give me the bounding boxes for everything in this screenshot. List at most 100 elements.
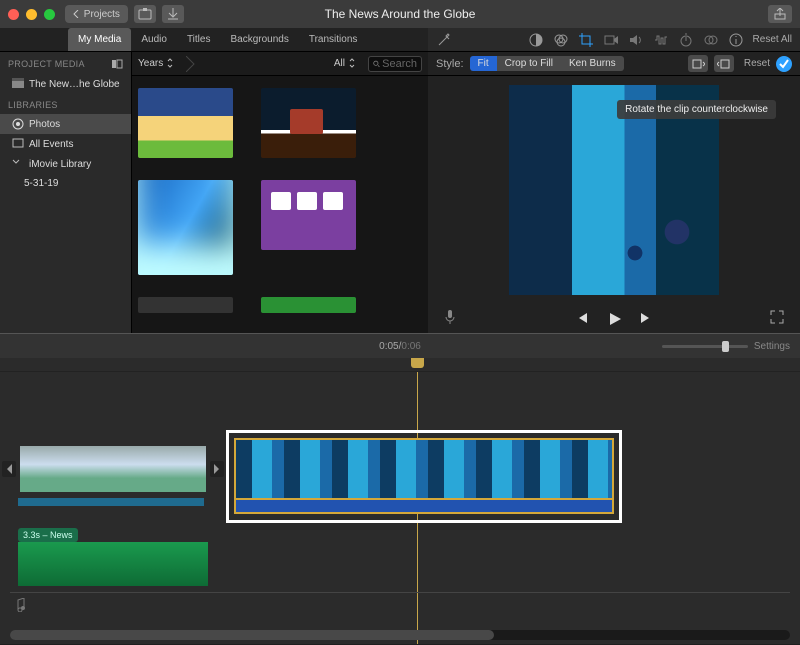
crop-icon[interactable]: [578, 32, 594, 48]
crop-style-segment: Fit Crop to Fill Ken Burns: [470, 56, 624, 71]
breadcrumb-chevron-icon: [186, 56, 196, 72]
tab-titles[interactable]: Titles: [177, 28, 221, 51]
playhead[interactable]: [411, 358, 424, 368]
window-controls: [8, 9, 55, 20]
current-time: 0:05: [379, 341, 398, 352]
timeline-clip-map-audio[interactable]: [18, 498, 204, 506]
download-button[interactable]: [162, 5, 184, 23]
viewer-panel: Reset All Style: Fit Crop to Fill Ken Bu…: [428, 28, 800, 333]
zoom-slider[interactable]: [662, 345, 748, 348]
timeline-clip-map[interactable]: [20, 446, 206, 492]
clapper-icon: [12, 78, 24, 90]
music-well-icon: [14, 598, 26, 615]
zoom-window-button[interactable]: [44, 9, 55, 20]
style-label: Style:: [436, 58, 464, 70]
settings-button[interactable]: Settings: [754, 341, 790, 352]
photos-icon: [12, 118, 24, 130]
color-balance-icon[interactable]: [528, 32, 544, 48]
timeline-scrollbar[interactable]: [10, 630, 790, 640]
sidebar-item-label: Photos: [29, 119, 60, 130]
chevron-down-icon: [12, 158, 24, 170]
style-crop-to-fill-button[interactable]: Crop to Fill: [497, 56, 561, 71]
total-time: 0:06: [401, 341, 420, 352]
import-media-button[interactable]: [134, 5, 156, 23]
media-thumbnail[interactable]: [261, 88, 356, 158]
sidebar-toggle-icon[interactable]: [111, 58, 123, 70]
timeline[interactable]: 3.3s – News: [0, 358, 800, 644]
tab-transitions[interactable]: Transitions: [299, 28, 368, 51]
style-fit-button[interactable]: Fit: [470, 56, 497, 71]
adjustments-toolbar: Reset All: [428, 28, 800, 52]
titlebar: Projects The News Around the Globe: [0, 0, 800, 28]
stabilization-icon[interactable]: [603, 32, 619, 48]
timeline-title-clip[interactable]: 3.3s – News: [18, 528, 78, 542]
browser-filter-bar: Years All Search: [132, 52, 428, 76]
voiceover-button[interactable]: [444, 309, 456, 328]
tab-audio[interactable]: Audio: [131, 28, 177, 51]
rotate-cw-button[interactable]: [688, 55, 708, 72]
media-thumbnail[interactable]: [261, 180, 356, 250]
search-icon: [373, 59, 380, 69]
color-correction-icon[interactable]: [553, 32, 569, 48]
rotate-ccw-button[interactable]: [714, 55, 734, 72]
media-thumbnail[interactable]: [138, 180, 233, 275]
zoom-slider-thumb[interactable]: [722, 341, 729, 352]
track-expand-right-button[interactable]: [210, 461, 224, 477]
close-window-button[interactable]: [8, 9, 19, 20]
media-browser: My Media Audio Titles Backgrounds Transi…: [0, 28, 428, 333]
fullscreen-button[interactable]: [770, 310, 784, 327]
back-to-projects-button[interactable]: Projects: [65, 5, 128, 23]
sort-icon: [348, 58, 360, 70]
clip-filter-icon[interactable]: [703, 32, 719, 48]
next-frame-button[interactable]: [639, 311, 653, 325]
media-thumbnail[interactable]: [138, 88, 233, 158]
minimize-window-button[interactable]: [26, 9, 37, 20]
noise-reduction-icon[interactable]: [653, 32, 669, 48]
reset-crop-button[interactable]: Reset: [744, 58, 770, 69]
volume-icon[interactable]: [628, 32, 644, 48]
upper-panel: My Media Audio Titles Backgrounds Transi…: [0, 28, 800, 334]
sidebar-item-project[interactable]: The New…he Globe: [0, 74, 131, 94]
preview-area: Rotate the clip counterclockwise: [428, 76, 800, 303]
library-sidebar: PROJECT MEDIA The New…he Globe LIBRARIES…: [0, 52, 132, 333]
search-input[interactable]: Search: [368, 56, 422, 72]
share-button[interactable]: [768, 5, 792, 23]
info-icon[interactable]: [728, 32, 744, 48]
sidebar-item-label: iMovie Library: [29, 159, 91, 170]
reset-all-button[interactable]: Reset All: [753, 34, 792, 45]
timeline-audio-clip[interactable]: [18, 542, 208, 586]
enhance-icon[interactable]: [436, 32, 452, 48]
sidebar-item-all-events[interactable]: All Events: [0, 134, 131, 154]
sidebar-item-photos[interactable]: Photos: [0, 114, 131, 134]
style-ken-burns-button[interactable]: Ken Burns: [561, 56, 624, 71]
timeline-clip-waterfall[interactable]: [234, 438, 614, 500]
sidebar-item-imovie-library[interactable]: iMovie Library: [0, 154, 131, 174]
scrollbar-thumb[interactable]: [10, 630, 494, 640]
browser-content: Years All Search: [132, 52, 428, 333]
sort-icon: [166, 58, 178, 70]
libraries-header: LIBRARIES: [0, 94, 131, 114]
search-placeholder: Search: [382, 58, 417, 70]
prev-frame-button[interactable]: [575, 311, 589, 325]
track-divider: [10, 592, 790, 593]
filter-all[interactable]: All: [334, 58, 360, 70]
timeline-ruler[interactable]: [0, 358, 800, 372]
breadcrumb-years[interactable]: Years: [138, 58, 178, 70]
browser-tabs: My Media Audio Titles Backgrounds Transi…: [0, 28, 428, 52]
sidebar-item-event-date[interactable]: 5-31-19: [0, 174, 131, 193]
selected-clip-group[interactable]: [226, 430, 622, 523]
sidebar-item-label: 5-31-19: [24, 178, 58, 189]
media-thumbnail[interactable]: [138, 297, 233, 313]
play-button[interactable]: [607, 311, 621, 325]
crop-style-bar: Style: Fit Crop to Fill Ken Burns Reset: [428, 52, 800, 76]
media-thumbnail[interactable]: [261, 297, 356, 313]
speed-icon[interactable]: [678, 32, 694, 48]
tab-my-media[interactable]: My Media: [68, 28, 131, 51]
tab-backgrounds[interactable]: Backgrounds: [220, 28, 298, 51]
apply-crop-button[interactable]: [776, 56, 792, 72]
transport-controls: [428, 303, 800, 333]
track-expand-left-button[interactable]: [2, 461, 16, 477]
timeline-settings: Settings: [662, 341, 790, 352]
timeline-clip-waterfall-audio[interactable]: [234, 500, 614, 514]
sidebar-item-label: All Events: [29, 139, 73, 150]
